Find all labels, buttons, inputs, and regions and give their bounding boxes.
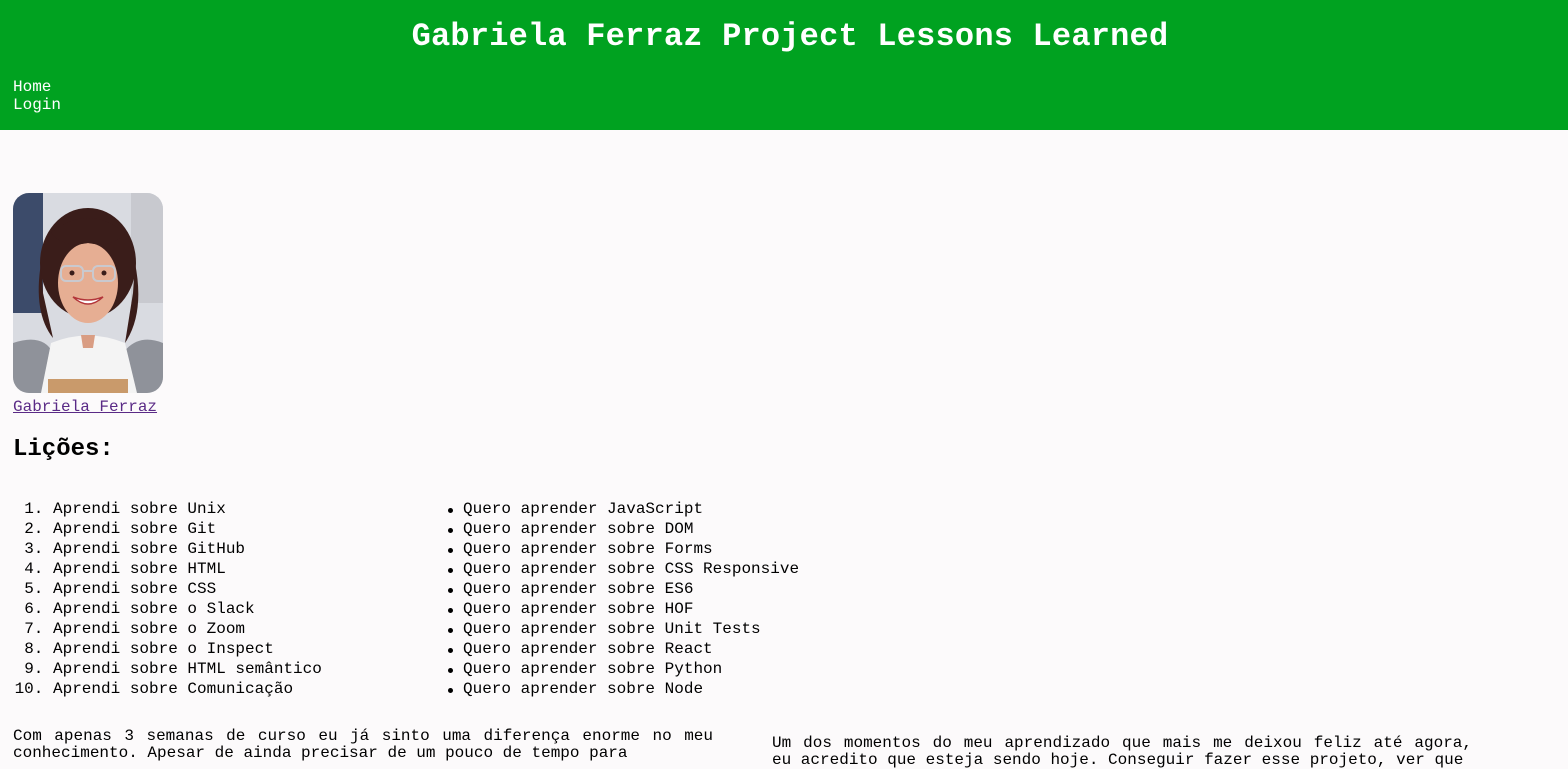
- list-item: 1. Aprendi sobre Unix: [13, 499, 433, 519]
- list-item: Quero aprender sobre Forms: [447, 539, 799, 559]
- page-header: Gabriela Ferraz Project Lessons Learned …: [0, 0, 1568, 130]
- list-item-number: 4.: [24, 560, 44, 578]
- nav-item-home[interactable]: Home: [13, 78, 61, 96]
- list-item: 6. Aprendi sobre o Slack: [13, 599, 433, 619]
- list-item: Quero aprender sobre DOM: [447, 519, 799, 539]
- reflection-paragraph-left: Com apenas 3 semanas de curso eu já sint…: [13, 727, 713, 762]
- list-item-text: Aprendi sobre o Inspect: [53, 640, 274, 658]
- nav-item-login[interactable]: Login: [13, 96, 61, 114]
- list-item: Quero aprender sobre HOF: [447, 599, 799, 619]
- list-item: 7. Aprendi sobre o Zoom: [13, 619, 433, 639]
- reflection-paragraph-right: Um dos momentos do meu aprendizado que m…: [772, 734, 1472, 769]
- learned-list: 1. Aprendi sobre Unix 2. Aprendi sobre Git…: [13, 499, 433, 699]
- list-item-number: 1.: [24, 500, 44, 518]
- list-item: 10. Aprendi sobre Comunicação: [13, 679, 433, 699]
- main-nav: Home Login: [13, 78, 61, 114]
- list-item-number: 8.: [24, 640, 44, 658]
- list-item: 3. Aprendi sobre GitHub: [13, 539, 433, 559]
- list-item-number: 6.: [24, 600, 44, 618]
- list-item-number: 7.: [24, 620, 44, 638]
- list-item-number: 9.: [24, 660, 44, 678]
- list-item-number: 10.: [14, 680, 44, 698]
- list-item: Quero aprender sobre Node: [447, 679, 799, 699]
- list-item: Quero aprender sobre Unit Tests: [447, 619, 799, 639]
- list-item-text: Aprendi sobre Unix: [53, 500, 226, 518]
- list-item: 4. Aprendi sobre HTML: [13, 559, 433, 579]
- list-item-number: 2.: [24, 520, 44, 538]
- list-item-text: Aprendi sobre Comunicação: [53, 680, 294, 698]
- list-item-text: Aprendi sobre Git: [53, 520, 217, 538]
- lessons-heading: Lições:: [13, 436, 114, 463]
- list-item: Quero aprender sobre CSS Responsive: [447, 560, 800, 578]
- list-item-text: Aprendi sobre HTML semântico: [53, 660, 322, 678]
- list-item: 8. Aprendi sobre o Inspect: [13, 639, 433, 659]
- list-item-number: 5.: [24, 580, 44, 598]
- list-item-text: Aprendi sobre HTML: [53, 560, 226, 578]
- list-item: Quero aprender sobre ES6: [447, 579, 799, 599]
- page-title: Gabriela Ferraz Project Lessons Learned: [411, 18, 1169, 55]
- list-item: Quero aprender JavaScript: [447, 499, 799, 519]
- profile-photo: [13, 193, 163, 393]
- list-item: 9. Aprendi sobre HTML semântico: [13, 659, 433, 679]
- list-item: 5. Aprendi sobre CSS: [13, 579, 433, 599]
- list-item-text: Aprendi sobre CSS: [53, 580, 217, 598]
- list-item: 2. Aprendi sobre Git: [13, 519, 433, 539]
- list-item-text: Aprendi sobre o Zoom: [53, 620, 246, 638]
- list-item-text: Aprendi sobre o Slack: [53, 600, 255, 618]
- profile-photo-illustration: [13, 193, 163, 393]
- list-item-number: 3.: [24, 540, 44, 558]
- author-link[interactable]: Gabriela Ferraz: [13, 397, 157, 417]
- list-item: Quero aprender sobre Python: [447, 659, 799, 679]
- list-item: Quero aprender sobre React: [447, 639, 799, 659]
- want-to-learn-list: Quero aprender JavaScript Quero aprender…: [447, 499, 800, 699]
- list-item-text: Aprendi sobre GitHub: [53, 540, 246, 558]
